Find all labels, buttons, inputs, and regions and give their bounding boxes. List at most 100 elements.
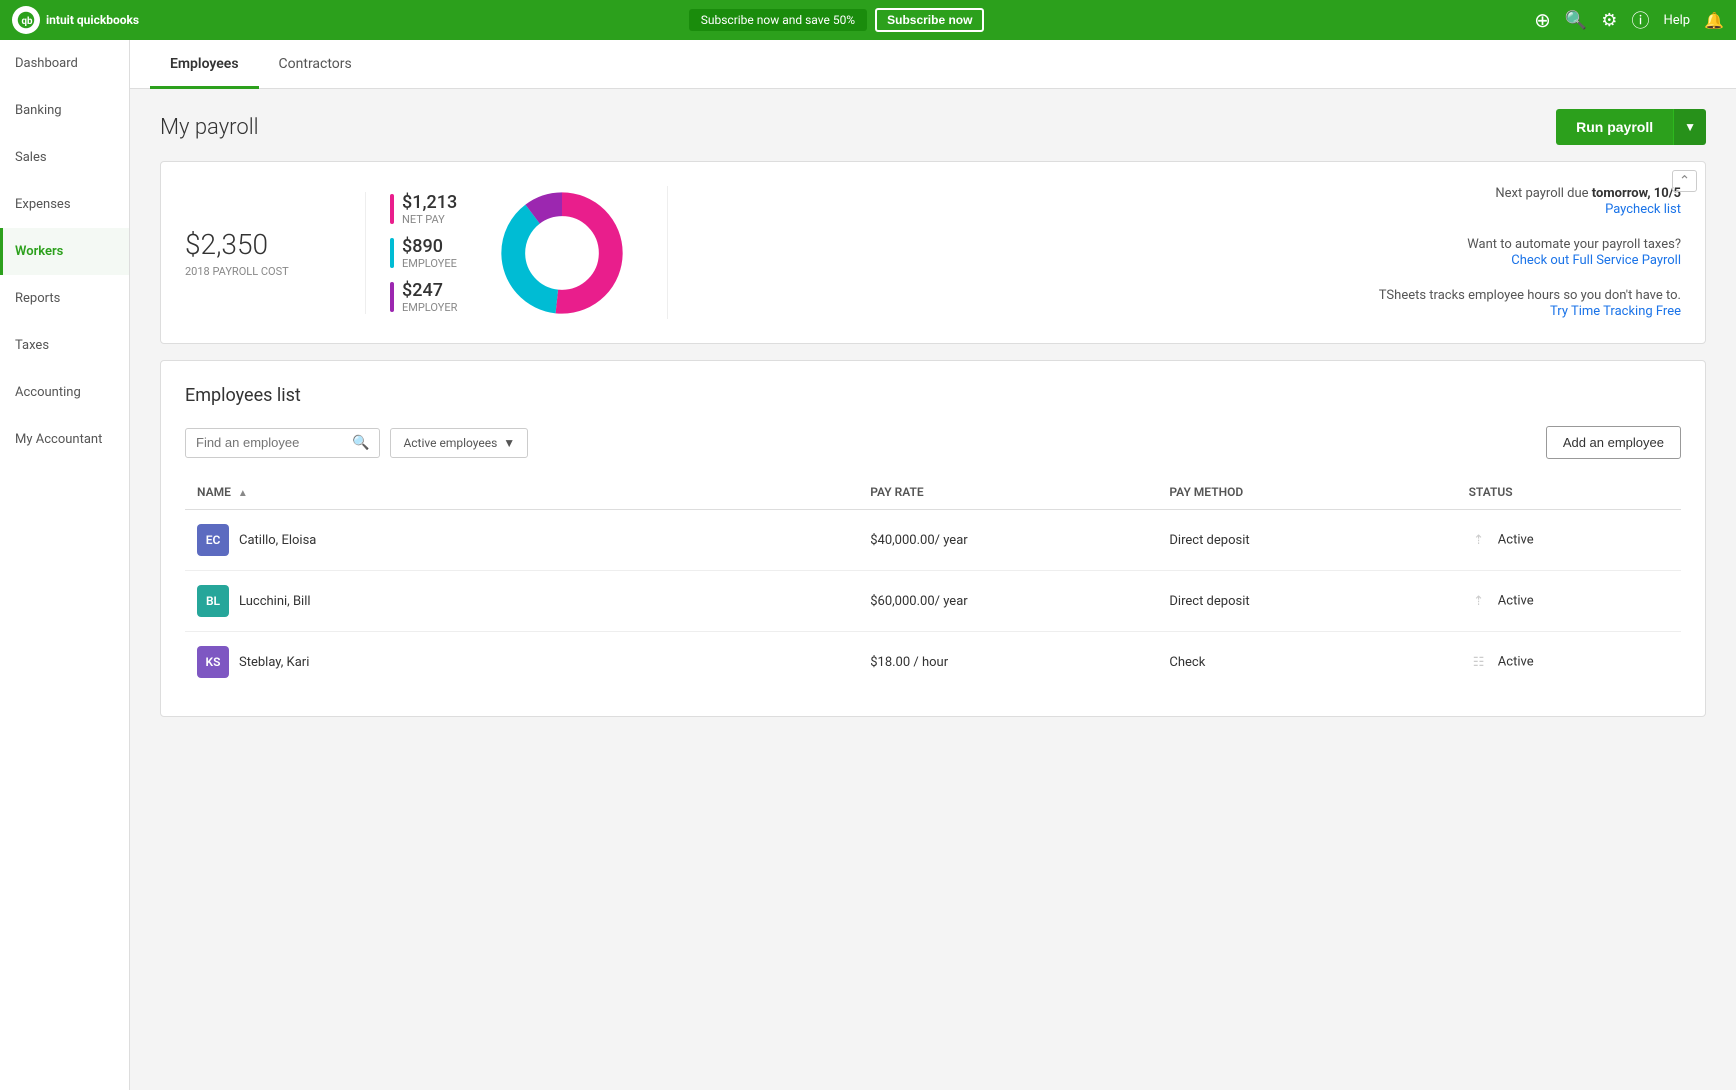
tsheets-text: TSheets tracks employee hours so you don… — [1379, 288, 1681, 303]
qb-logo-icon: qb — [12, 6, 40, 34]
employee-pay-rate: $18.00 / hour — [858, 632, 1157, 693]
employee-bar — [390, 238, 394, 268]
table-header: NAME ▲ PAY RATE PAY METHOD STATUS — [185, 475, 1681, 510]
notification-icon[interactable]: 🔔 — [1704, 11, 1724, 30]
employer-bar — [390, 282, 394, 312]
subscribe-message: Subscribe now and save 50% — [689, 9, 867, 31]
col-pay-method: PAY METHOD — [1157, 475, 1456, 510]
sidebar-item-dashboard[interactable]: Dashboard — [0, 40, 129, 87]
logo-text: intuit quickbooks — [46, 13, 139, 27]
breakdown-employer: $247 EMPLOYER — [390, 280, 457, 314]
help-icon[interactable]: ⓘ — [1631, 7, 1649, 33]
sidebar-item-accounting[interactable]: Accounting — [0, 369, 129, 416]
tab-employees[interactable]: Employees — [150, 40, 259, 89]
run-payroll-dropdown[interactable]: ▼ — [1673, 109, 1706, 145]
breakdown-net-pay: $1,213 NET PAY — [390, 192, 457, 226]
status-icon: ⇡ — [1469, 530, 1489, 550]
tab-contractors[interactable]: Contractors — [259, 40, 372, 89]
employee-pay-rate: $40,000.00/ year — [858, 510, 1157, 571]
page-title: My payroll — [160, 115, 259, 140]
net-pay-info: $1,213 NET PAY — [402, 192, 457, 226]
employee-pay-rate: $60,000.00/ year — [858, 571, 1157, 632]
time-tracking-link[interactable]: Try Time Tracking Free — [1550, 304, 1681, 319]
employee-amount: $890 — [402, 236, 457, 257]
cost-amount: $2,350 — [185, 228, 325, 261]
avatar: BL — [197, 585, 229, 617]
employee-status: ⇡ Active — [1457, 571, 1681, 632]
table-row[interactable]: EC Catillo, Eloisa $40,000.00/ year Dire… — [185, 510, 1681, 571]
search-box: 🔍 — [185, 428, 380, 458]
employees-table: NAME ▲ PAY RATE PAY METHOD STATUS — [185, 475, 1681, 692]
sidebar-item-expenses[interactable]: Expenses — [0, 181, 129, 228]
search-icon[interactable]: 🔍 — [1565, 10, 1587, 31]
help-text[interactable]: Help — [1663, 13, 1690, 28]
payroll-info: Next payroll due tomorrow, 10/5 Paycheck… — [708, 186, 1681, 319]
col-status: STATUS — [1457, 475, 1681, 510]
payroll-breakdown: $1,213 NET PAY $890 EMPLOYEE — [365, 192, 457, 314]
subscribe-button[interactable]: Subscribe now — [875, 8, 984, 32]
status-icon: ☷ — [1469, 652, 1489, 672]
paycheck-list-link[interactable]: Paycheck list — [1605, 202, 1681, 217]
payroll-header: My payroll Run payroll ▼ — [160, 109, 1706, 145]
full-service-link[interactable]: Check out Full Service Payroll — [1511, 253, 1681, 268]
payroll-cost: $2,350 2018 PAYROLL COST — [185, 228, 325, 278]
avatar: EC — [197, 524, 229, 556]
automate-text: Want to automate your payroll taxes? — [1467, 237, 1681, 252]
table-row[interactable]: BL Lucchini, Bill $60,000.00/ year Direc… — [185, 571, 1681, 632]
next-payroll-text: Next payroll due tomorrow, 10/5 — [1495, 186, 1681, 201]
svg-text:qb: qb — [22, 16, 33, 27]
sidebar: Dashboard Banking Sales Expenses Workers… — [0, 40, 130, 1090]
status-icon: ⇡ — [1469, 591, 1489, 611]
employee-pay-method: Direct deposit — [1157, 510, 1456, 571]
add-employee-button[interactable]: Add an employee — [1546, 426, 1681, 459]
employee-name: Lucchini, Bill — [239, 594, 311, 609]
col-name[interactable]: NAME ▲ — [185, 475, 858, 510]
employees-list-title: Employees list — [185, 385, 1681, 406]
chevron-down-icon: ▼ — [503, 436, 515, 450]
sidebar-item-banking[interactable]: Banking — [0, 87, 129, 134]
topbar-right: ⊕ 🔍 ⚙ ⓘ Help 🔔 — [1534, 7, 1724, 33]
employee-label: EMPLOYEE — [402, 257, 457, 270]
topbar: qb intuit quickbooks Subscribe now and s… — [0, 0, 1736, 40]
collapse-button[interactable]: ⌃ — [1672, 170, 1697, 192]
net-pay-amount: $1,213 — [402, 192, 457, 213]
sort-icon: ▲ — [238, 488, 248, 499]
employer-info: $247 EMPLOYER — [402, 280, 457, 314]
run-payroll-button[interactable]: Run payroll — [1556, 109, 1673, 145]
employer-label: EMPLOYER — [402, 301, 457, 314]
main-content: Employees Contractors My payroll Run pay… — [130, 40, 1736, 1090]
employee-name: Catillo, Eloisa — [239, 533, 316, 548]
run-payroll-button-group: Run payroll ▼ — [1556, 109, 1706, 145]
tabbar: Employees Contractors — [130, 40, 1736, 89]
employee-name: Steblay, Kari — [239, 655, 309, 670]
logo[interactable]: qb intuit quickbooks — [12, 6, 139, 34]
net-pay-bar — [390, 194, 394, 224]
active-employees-filter[interactable]: Active employees ▼ — [390, 428, 528, 458]
search-icon: 🔍 — [352, 435, 369, 451]
subscribe-area: Subscribe now and save 50% Subscribe now — [139, 8, 1534, 32]
breakdown-employee: $890 EMPLOYEE — [390, 236, 457, 270]
sidebar-item-taxes[interactable]: Taxes — [0, 322, 129, 369]
content: My payroll Run payroll ▼ ⌃ $2,350 2018 P… — [130, 89, 1736, 737]
employee-status: ☷ Active — [1457, 632, 1681, 693]
search-input[interactable] — [196, 435, 346, 450]
sidebar-item-reports[interactable]: Reports — [0, 275, 129, 322]
layout: Dashboard Banking Sales Expenses Workers… — [0, 40, 1736, 1090]
settings-icon[interactable]: ⚙ — [1601, 10, 1617, 31]
employee-name-cell: BL Lucchini, Bill — [185, 571, 858, 632]
automate-block: Want to automate your payroll taxes? Che… — [1467, 237, 1681, 268]
sidebar-item-my-accountant[interactable]: My Accountant — [0, 416, 129, 463]
employee-pay-method: Direct deposit — [1157, 571, 1456, 632]
employer-amount: $247 — [402, 280, 457, 301]
employee-info: $890 EMPLOYEE — [402, 236, 457, 270]
toolbar-left: 🔍 Active employees ▼ — [185, 428, 528, 458]
table-row[interactable]: KS Steblay, Kari $18.00 / hour Check ☷ A… — [185, 632, 1681, 693]
avatar: KS — [197, 646, 229, 678]
payroll-summary-card: ⌃ $2,350 2018 PAYROLL COST $1,213 NET PA… — [160, 161, 1706, 344]
plus-icon[interactable]: ⊕ — [1534, 8, 1551, 32]
sidebar-item-workers[interactable]: Workers — [0, 228, 129, 275]
cost-label: 2018 PAYROLL COST — [185, 265, 325, 278]
employee-pay-method: Check — [1157, 632, 1456, 693]
sidebar-item-sales[interactable]: Sales — [0, 134, 129, 181]
vertical-divider — [667, 186, 668, 319]
